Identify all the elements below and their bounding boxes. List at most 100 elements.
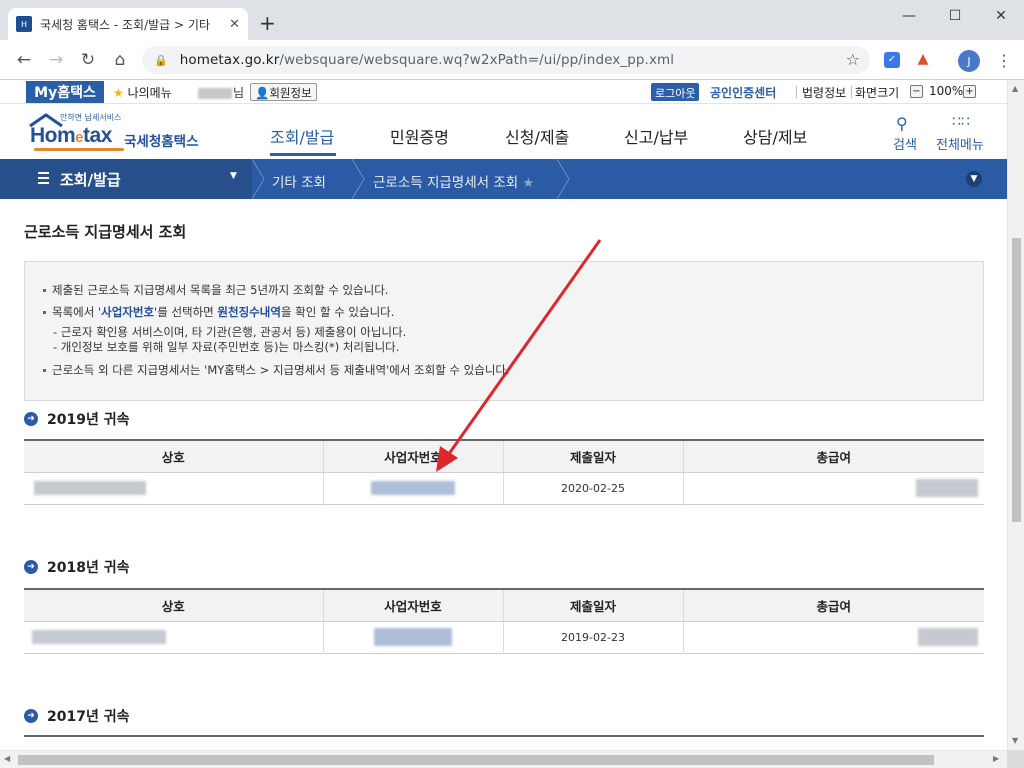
breadcrumb-separator — [352, 159, 365, 199]
screen-size-label: 화면크기 — [855, 86, 900, 100]
hometax-favicon-icon: H — [16, 16, 32, 32]
breadcrumb: 조회/발급 ▼ 기타 조회 근로소득 지급명세서 조회 ★ ▼ — [0, 159, 1007, 199]
divider — [851, 86, 852, 98]
web-page: My홈택스 ★ 나의메뉴 님 👤회원정보 로그아웃 공인인증센터 법령정보 화면… — [0, 80, 1007, 750]
statement-table-2018: 상호 사업자번호 제출일자 총급여 2019-02-23 — [24, 588, 984, 654]
search-icon[interactable]: ⚲ — [896, 114, 908, 133]
masked-total-salary — [918, 628, 978, 646]
vertical-scrollbar[interactable]: ▲ ▼ — [1007, 80, 1024, 750]
logo-brand: Hometax — [30, 124, 112, 147]
caret-down-icon: ▼ — [230, 171, 237, 181]
url-text: hometax.go.kr/websquare/websquare.wq?w2x… — [179, 52, 675, 68]
notice-item: 제출된 근로소득 지급명세서 목록을 최근 5년까지 조회할 수 있습니다. — [43, 282, 388, 298]
user-name: 님 — [198, 84, 244, 101]
column-header-submit-date: 제출일자 — [502, 440, 683, 473]
browser-toolbar: ← → ↻ ⌂ 🔒 hometax.go.kr/websquare/websqu… — [0, 40, 1024, 80]
horizontal-scroll-thumb[interactable] — [18, 755, 934, 765]
hamburger-icon — [38, 172, 49, 187]
address-bar[interactable]: 🔒 hometax.go.kr/websquare/websquare.wq?w… — [142, 46, 870, 74]
vertical-scroll-thumb[interactable] — [1012, 238, 1021, 522]
column-header-submit-date: 제출일자 — [502, 589, 683, 622]
close-tab-icon[interactable]: ✕ — [229, 17, 240, 32]
gnb-consult[interactable]: 상담/제보 — [743, 124, 807, 148]
section-title-2017: ➜ 2017년 귀속 — [24, 706, 129, 726]
profile-avatar[interactable]: J — [958, 50, 980, 72]
masked-business-number-link[interactable] — [374, 628, 452, 646]
breadcrumb-current-page[interactable]: 근로소득 지급명세서 조회 ★ — [373, 171, 534, 191]
gnb-report-payment[interactable]: 신고/납부 — [624, 124, 688, 148]
active-menu-underline — [270, 153, 336, 156]
breadcrumb-etc-lookup[interactable]: 기타 조회 — [272, 171, 326, 191]
cert-center-link[interactable]: 공인인증센터 — [710, 84, 776, 101]
back-icon[interactable]: ← — [12, 48, 36, 72]
my-menu-link[interactable]: ★ 나의메뉴 — [113, 84, 172, 101]
total-salary-cell — [682, 472, 984, 504]
horizontal-scrollbar[interactable]: ◀ ▶ — [0, 750, 1007, 768]
logout-button[interactable]: 로그아웃 — [651, 83, 700, 101]
utility-bar: My홈택스 ★ 나의메뉴 님 👤회원정보 로그아웃 공인인증센터 법령정보 화면… — [0, 80, 1007, 104]
extension-lighthouse-icon[interactable]: ▲ — [916, 51, 930, 69]
reload-icon[interactable]: ↻ — [76, 48, 100, 72]
bookmark-star-icon[interactable]: ☆ — [846, 50, 860, 69]
hometax-logo[interactable]: 안하면 납세서비스 Hometax 국세청홈택스 — [24, 110, 214, 154]
gnb-lookup[interactable]: 조회/발급 — [270, 124, 334, 148]
law-info-link[interactable]: 법령정보 — [802, 84, 846, 101]
maximize-icon[interactable]: ☐ — [932, 0, 978, 32]
browser-menu-icon[interactable]: ⋮ — [996, 51, 1012, 70]
breadcrumb-separator — [557, 159, 570, 199]
scroll-left-icon[interactable]: ◀ — [4, 754, 10, 763]
all-menu-grid-icon[interactable]: ∷∷ — [952, 114, 970, 130]
forward-icon[interactable]: → — [44, 48, 68, 72]
scroll-up-icon[interactable]: ▲ — [1012, 84, 1018, 93]
statement-table-2019: 상호 사업자번호 제출일자 총급여 2020-02-25 — [24, 439, 984, 505]
close-window-icon[interactable]: ✕ — [978, 0, 1024, 32]
lock-icon: 🔒 — [154, 53, 168, 67]
scroll-down-icon[interactable]: ▼ — [1012, 736, 1018, 745]
arrow-right-bullet-icon: ➜ — [24, 709, 38, 723]
masked-company-name — [32, 630, 166, 644]
page-title: 근로소득 지급명세서 조회 — [24, 223, 187, 241]
table-top-border-2017 — [24, 735, 984, 737]
table-row: 2020-02-25 — [24, 472, 984, 504]
member-info-button[interactable]: 👤회원정보 — [250, 83, 317, 101]
section-title-2018: ➜ 2018년 귀속 — [24, 557, 129, 577]
minimize-icon[interactable]: — — [886, 0, 932, 32]
extension-check-icon[interactable]: ✓ — [884, 52, 900, 68]
notice-subitem: - 근로자 확인용 서비스이며, 타 기관(은행, 관공서 등) 제출용이 아닙… — [53, 325, 407, 339]
submit-date-cell: 2019-02-23 — [502, 621, 683, 653]
site-header: 안하면 납세서비스 Hometax 국세청홈택스 조회/발급 민원증명 신청/제… — [0, 104, 1007, 159]
company-name-cell — [24, 621, 323, 653]
divider — [796, 86, 797, 98]
arrow-right-bullet-icon: ➜ — [24, 412, 38, 426]
notice-box: 제출된 근로소득 지급명세서 목록을 최근 5년까지 조회할 수 있습니다. 목… — [24, 261, 984, 401]
new-tab-button[interactable]: + — [259, 13, 276, 33]
masked-business-number-link[interactable] — [371, 481, 455, 495]
scroll-right-icon[interactable]: ▶ — [993, 754, 999, 763]
lnb-category-select[interactable]: 조회/발급 ▼ — [0, 159, 252, 199]
business-number-cell[interactable] — [322, 472, 503, 504]
column-header-company: 상호 — [24, 589, 323, 622]
tab-title: 국세청 홈택스 - 조회/발급 > 기타 — [40, 17, 210, 32]
gnb-certificate[interactable]: 민원증명 — [390, 124, 449, 148]
submit-date-cell: 2020-02-25 — [502, 472, 683, 504]
gnb-application[interactable]: 신청/제출 — [505, 124, 569, 148]
home-icon[interactable]: ⌂ — [108, 48, 132, 72]
zoom-in-button[interactable]: + — [963, 85, 976, 98]
zoom-out-button[interactable]: − — [910, 85, 923, 98]
total-salary-cell — [682, 621, 984, 653]
my-hometax-button[interactable]: My홈택스 — [26, 81, 104, 103]
chevron-down-icon[interactable]: ▼ — [966, 171, 982, 187]
section-title-2019: ➜ 2019년 귀속 — [24, 409, 129, 429]
favorite-star-icon[interactable]: ★ — [523, 176, 535, 191]
column-header-company: 상호 — [24, 440, 323, 473]
business-number-cell[interactable] — [322, 621, 503, 653]
logo-swoosh — [34, 148, 124, 151]
all-menu-button[interactable]: 전체메뉴 — [936, 134, 984, 153]
breadcrumb-separator — [252, 159, 265, 199]
masked-company-name — [34, 481, 146, 495]
browser-tabstrip: H 국세청 홈택스 - 조회/발급 > 기타 ✕ + — ☐ ✕ — [0, 0, 1024, 40]
search-button[interactable]: 검색 — [893, 134, 917, 153]
column-header-business-number: 사업자번호 — [322, 440, 503, 473]
column-header-total-salary: 총급여 — [682, 589, 984, 622]
browser-tab[interactable]: H 국세청 홈택스 - 조회/발급 > 기타 ✕ — [8, 8, 248, 40]
